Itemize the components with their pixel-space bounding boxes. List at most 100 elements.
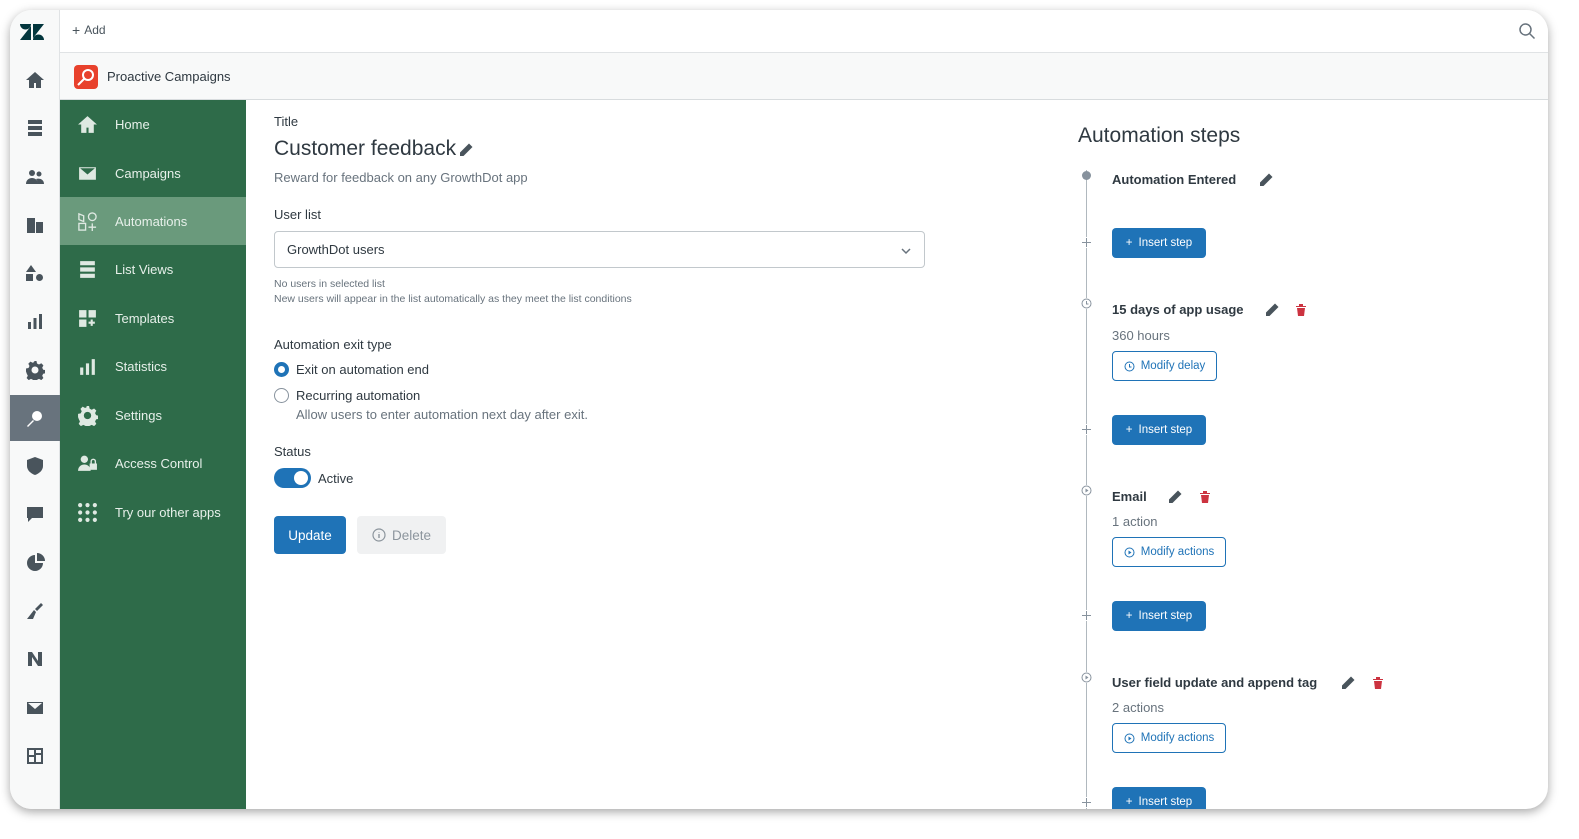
user-list-selected-value: GrowthDot users (287, 242, 385, 257)
shapes-icon (78, 211, 97, 231)
nav-item-settings[interactable]: Settings (60, 391, 246, 439)
edit-title-pencil-icon[interactable] (458, 142, 474, 158)
nav-item-home[interactable]: Home (60, 100, 246, 148)
recurring-automation-hint: Allow users to enter automation next day… (296, 407, 588, 422)
rail-n-app-icon[interactable] (10, 636, 60, 682)
exit-on-end-radio[interactable] (274, 362, 289, 377)
nav-item-other-apps[interactable]: Try our other apps (60, 488, 246, 536)
bar-chart-icon (80, 358, 95, 375)
insert-step-button[interactable]: + Insert step (1112, 601, 1206, 631)
recurring-automation-radio[interactable] (274, 388, 289, 403)
rail-chat-icon[interactable] (10, 491, 60, 537)
zendesk-logo-icon[interactable] (20, 22, 44, 42)
plus-icon: + (72, 22, 81, 38)
product-rail (10, 10, 60, 809)
status-toggle[interactable] (274, 468, 311, 488)
app-header: Proactive Campaigns (60, 53, 1548, 100)
home-icon (78, 115, 97, 133)
insert-step-label: Insert step (1138, 796, 1193, 808)
nav-item-label: Templates (115, 310, 175, 326)
title-label: Title (274, 114, 299, 129)
rail-customers-icon[interactable] (10, 154, 60, 200)
rail-admin-gear-icon[interactable] (10, 347, 60, 393)
search-icon[interactable] (1518, 22, 1536, 40)
timeline-plus-icon (1081, 610, 1092, 621)
rail-views-icon[interactable] (10, 105, 60, 151)
status-label: Status (274, 444, 311, 459)
nav-item-statistics[interactable]: Statistics (60, 342, 246, 390)
rail-home-icon[interactable] (10, 57, 60, 103)
add-button-label: Add (84, 23, 106, 37)
delete-step-trash-icon[interactable] (1198, 490, 1212, 504)
rail-shapes-icon[interactable] (10, 250, 60, 296)
rail-proactive-campaigns-icon[interactable] (10, 395, 60, 441)
step-name: Email (1112, 489, 1147, 504)
app-window: + Add Proactive Campaigns Home Campaigns… (10, 10, 1548, 809)
timeline-delay-icon (1081, 298, 1092, 309)
edit-step-pencil-icon[interactable] (1258, 172, 1274, 188)
modify-actions-label: Modify actions (1140, 732, 1215, 744)
users-lock-icon (78, 455, 97, 471)
grid-plus-icon (79, 309, 96, 327)
exit-on-end-label: Exit on automation end (296, 362, 429, 377)
plus-icon: + (1125, 237, 1133, 249)
top-bar: + Add (60, 10, 1548, 53)
insert-step-label: Insert step (1138, 237, 1193, 249)
edit-step-pencil-icon[interactable] (1167, 489, 1183, 505)
timeline-start-dot (1082, 171, 1091, 180)
timeline-action-icon (1081, 672, 1092, 683)
delete-button[interactable]: Delete (357, 516, 446, 554)
plus-icon: + (1125, 610, 1133, 622)
toggle-knob (294, 471, 308, 485)
rail-organizations-icon[interactable] (10, 202, 60, 248)
rail-broom-icon[interactable] (10, 588, 60, 634)
rail-shield-icon[interactable] (10, 443, 60, 489)
modify-actions-button[interactable]: Modify actions (1112, 537, 1226, 567)
rail-reporting-icon[interactable] (10, 298, 60, 344)
delete-step-trash-icon[interactable] (1371, 676, 1385, 690)
steps-title: Automation steps (1078, 124, 1241, 147)
edit-step-pencil-icon[interactable] (1264, 302, 1280, 318)
update-button[interactable]: Update (274, 516, 346, 554)
timeline-plus-icon (1081, 237, 1092, 248)
nav-item-list-views[interactable]: List Views (60, 245, 246, 293)
modify-delay-button[interactable]: Modify delay (1112, 351, 1217, 381)
play-circle-icon (1124, 547, 1135, 557)
automation-title: Customer feedback (274, 137, 457, 160)
nav-item-templates[interactable]: Templates (60, 294, 246, 342)
user-list-hint-2: New users will appear in the list automa… (274, 293, 632, 305)
nav-item-label: Home (115, 116, 150, 132)
timeline-action-icon (1081, 485, 1092, 496)
user-list-select[interactable]: GrowthDot users (274, 231, 925, 268)
delete-button-label: Delete (391, 527, 432, 543)
insert-step-button[interactable]: + Insert step (1112, 415, 1206, 445)
app-sidebar: Home Campaigns Automations List Views Te… (60, 100, 246, 809)
clock-icon (1124, 361, 1135, 371)
automation-form: Title Customer feedback Reward for feedb… (246, 100, 1066, 809)
plus-icon: + (1125, 796, 1133, 808)
step-detail: 360 hours (1112, 328, 1170, 343)
nav-item-label: Try our other apps (115, 504, 221, 520)
add-button[interactable]: + Add (72, 22, 106, 38)
dots-grid-icon (78, 502, 97, 522)
proactive-campaigns-logo-icon (74, 65, 98, 89)
gear-icon (78, 405, 98, 426)
edit-step-pencil-icon[interactable] (1340, 675, 1356, 691)
insert-step-button[interactable]: + Insert step (1112, 787, 1206, 809)
play-circle-icon (1124, 733, 1135, 743)
delete-step-trash-icon[interactable] (1294, 303, 1308, 317)
step-name: Automation Entered (1112, 172, 1237, 187)
rail-pie-icon[interactable] (10, 540, 60, 586)
rail-dashboard-icon[interactable] (10, 733, 60, 779)
automation-steps-panel: Automation steps Automation Entered + In… (1066, 100, 1548, 809)
insert-step-button[interactable]: + Insert step (1112, 228, 1206, 258)
exit-type-label: Automation exit type (274, 337, 392, 352)
nav-item-access-control[interactable]: Access Control (60, 439, 246, 487)
nav-item-campaigns[interactable]: Campaigns (60, 149, 246, 197)
recurring-automation-label: Recurring automation (296, 388, 421, 403)
nav-item-automations[interactable]: Automations (60, 197, 246, 245)
modify-actions-button[interactable]: Modify actions (1112, 723, 1226, 753)
nav-item-label: Statistics (115, 358, 168, 374)
envelope-icon (79, 166, 96, 180)
rail-mail-icon[interactable] (10, 685, 60, 731)
